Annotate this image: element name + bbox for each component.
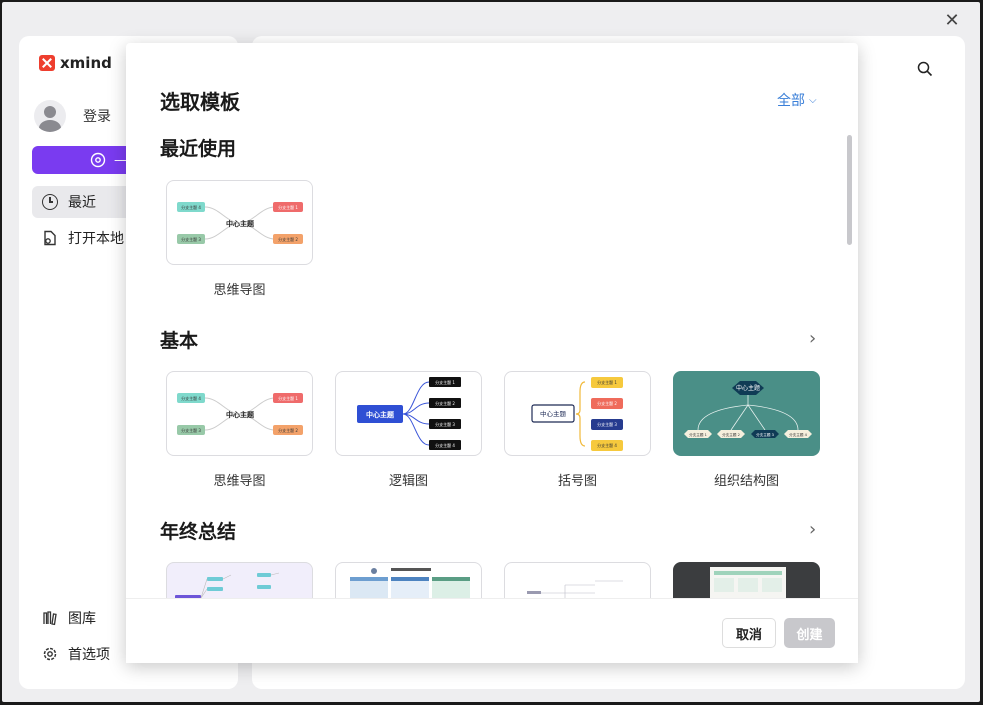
user-login-row[interactable]: 登录	[34, 100, 111, 132]
svg-text:分支主题 1: 分支主题 1	[435, 379, 455, 385]
template-card-org-chart[interactable]: 中心主题 分支主题 1 分支主题 2 分支主题 3 分支主题 4	[673, 371, 820, 456]
template-thumbnail	[710, 567, 786, 598]
svg-text:分支主题 4: 分支主题 4	[597, 442, 617, 448]
clock-icon	[42, 194, 58, 210]
open-file-icon	[44, 230, 56, 246]
svg-text:分支主题 1: 分支主题 1	[689, 432, 707, 437]
svg-text:分支主题 2: 分支主题 2	[597, 400, 617, 406]
section-title-recent: 最近使用	[160, 138, 237, 160]
template-label: 组织结构图	[713, 474, 779, 489]
svg-text:中心主题: 中心主题	[540, 409, 567, 418]
svg-text:中心主题: 中心主题	[736, 384, 760, 392]
template-card-year-end-4[interactable]	[673, 562, 820, 598]
sidebar-item-label: 首选项	[68, 647, 110, 663]
template-label: 括号图	[557, 474, 597, 489]
thumb-central-text: 中心主题	[226, 219, 255, 228]
svg-text:分支主题 4: 分支主题 4	[181, 395, 201, 401]
sidebar-item-label: 最近	[68, 195, 96, 211]
section-title-year-end: 年终总结	[160, 521, 237, 543]
template-list[interactable]: 最近使用 中心主题 分支主题 4 分支主题 3 分支主题 1 分支主题 2 思维…	[126, 128, 858, 598]
svg-text:中心主题: 中心主题	[366, 410, 395, 419]
chevron-right-icon[interactable]: ›	[809, 328, 816, 349]
brace-map-thumbnail: 中心主题 分支主题 1 分支主题 2 分支主题 3 分支主题 4	[531, 377, 623, 451]
template-card-year-end-3[interactable]	[504, 562, 651, 598]
template-card-recent-mindmap[interactable]: 中心主题 分支主题 4 分支主题 3 分支主题 1 分支主题 2	[166, 180, 313, 265]
avatar[interactable]	[34, 100, 66, 132]
svg-text:分支主题 1: 分支主题 1	[597, 379, 617, 385]
template-card-logic-chart[interactable]: 中心主题 分支主题 1 分支主题 2 分支主题 3 分支主题 4	[335, 371, 482, 456]
svg-text:分支主题 4: 分支主题 4	[181, 204, 201, 210]
svg-text:分支主题 2: 分支主题 2	[278, 427, 298, 433]
svg-text:分支主题 2: 分支主题 2	[435, 400, 455, 406]
mindmap-thumbnail: 中心主题 分支主题 4 分支主题 3 分支主题 1 分支主题 2	[177, 393, 303, 435]
svg-text:分支主题 4: 分支主题 4	[789, 432, 808, 437]
template-card-brace-map[interactable]: 中心主题 分支主题 1 分支主题 2 分支主题 3 分支主题 4	[504, 371, 651, 456]
template-label: 思维导图	[213, 474, 266, 489]
create-button[interactable]: 创建	[784, 618, 835, 648]
dialog-footer: 取消 创建	[126, 598, 858, 663]
section-title-basic: 基本	[160, 330, 199, 352]
template-card-year-end-2[interactable]	[335, 562, 482, 598]
svg-text:分支主题 3: 分支主题 3	[181, 427, 201, 433]
svg-text:中心主题: 中心主题	[226, 410, 255, 419]
svg-text:分支主题 3: 分支主题 3	[181, 236, 201, 242]
filter-label: 全部	[777, 93, 805, 109]
svg-text:分支主题 4: 分支主题 4	[435, 442, 455, 448]
template-thumbnail	[175, 572, 280, 598]
svg-text:分支主题 3: 分支主题 3	[597, 421, 617, 427]
library-icon	[43, 611, 57, 626]
svg-text:分支主题 2: 分支主题 2	[722, 432, 740, 437]
template-label: 逻辑图	[388, 474, 428, 489]
sidebar-item-label: 图库	[68, 611, 96, 627]
template-card-year-end-1[interactable]	[166, 562, 313, 598]
svg-text:分支主题 1: 分支主题 1	[278, 395, 298, 401]
login-label[interactable]: 登录	[83, 106, 111, 126]
xmind-logo-icon	[39, 55, 55, 71]
gear-icon	[43, 647, 57, 661]
svg-text:分支主题 1: 分支主题 1	[278, 204, 298, 210]
scrollbar[interactable]	[847, 135, 852, 245]
logo-text: xmind	[60, 54, 112, 72]
logic-chart-thumbnail: 中心主题 分支主题 1 分支主题 2 分支主题 3 分支主题 4	[357, 377, 461, 450]
close-icon[interactable]: ✕	[942, 11, 962, 31]
app-logo: xmind	[39, 54, 112, 72]
category-filter-dropdown[interactable]: 全部 ⌵	[777, 90, 817, 110]
svg-text:分支主题 3: 分支主题 3	[756, 432, 774, 437]
template-thumbnail	[527, 580, 623, 598]
chevron-down-icon: ⌵	[809, 94, 817, 106]
cancel-button[interactable]: 取消	[722, 618, 776, 648]
dialog-title: 选取模板	[160, 90, 240, 114]
search-icon[interactable]	[917, 61, 933, 77]
svg-text:分支主题 2: 分支主题 2	[278, 236, 298, 242]
mindmap-thumbnail: 中心主题 分支主题 4 分支主题 3 分支主题 1 分支主题 2	[177, 202, 303, 244]
template-card-mindmap[interactable]: 中心主题 分支主题 4 分支主题 3 分支主题 1 分支主题 2	[166, 371, 313, 456]
template-label: 思维导图	[213, 283, 266, 298]
app-window: ✕ xmind 登录 — 最近 打开本地 图库 首选项 选取模板 全部 ⌵ 最近…	[2, 2, 980, 702]
template-thumbnail	[350, 568, 470, 598]
new-flower-icon	[90, 152, 106, 168]
org-chart-thumbnail: 中心主题 分支主题 1 分支主题 2 分支主题 3 分支主题 4	[684, 381, 812, 438]
sidebar-item-label: 打开本地	[68, 231, 124, 247]
svg-text:分支主题 3: 分支主题 3	[435, 421, 455, 427]
template-picker-dialog: 选取模板 全部 ⌵ 最近使用 中心主题 分支主题 4 分支主题 3 分支主题 1…	[126, 43, 858, 663]
chevron-right-icon[interactable]: ›	[809, 519, 816, 540]
